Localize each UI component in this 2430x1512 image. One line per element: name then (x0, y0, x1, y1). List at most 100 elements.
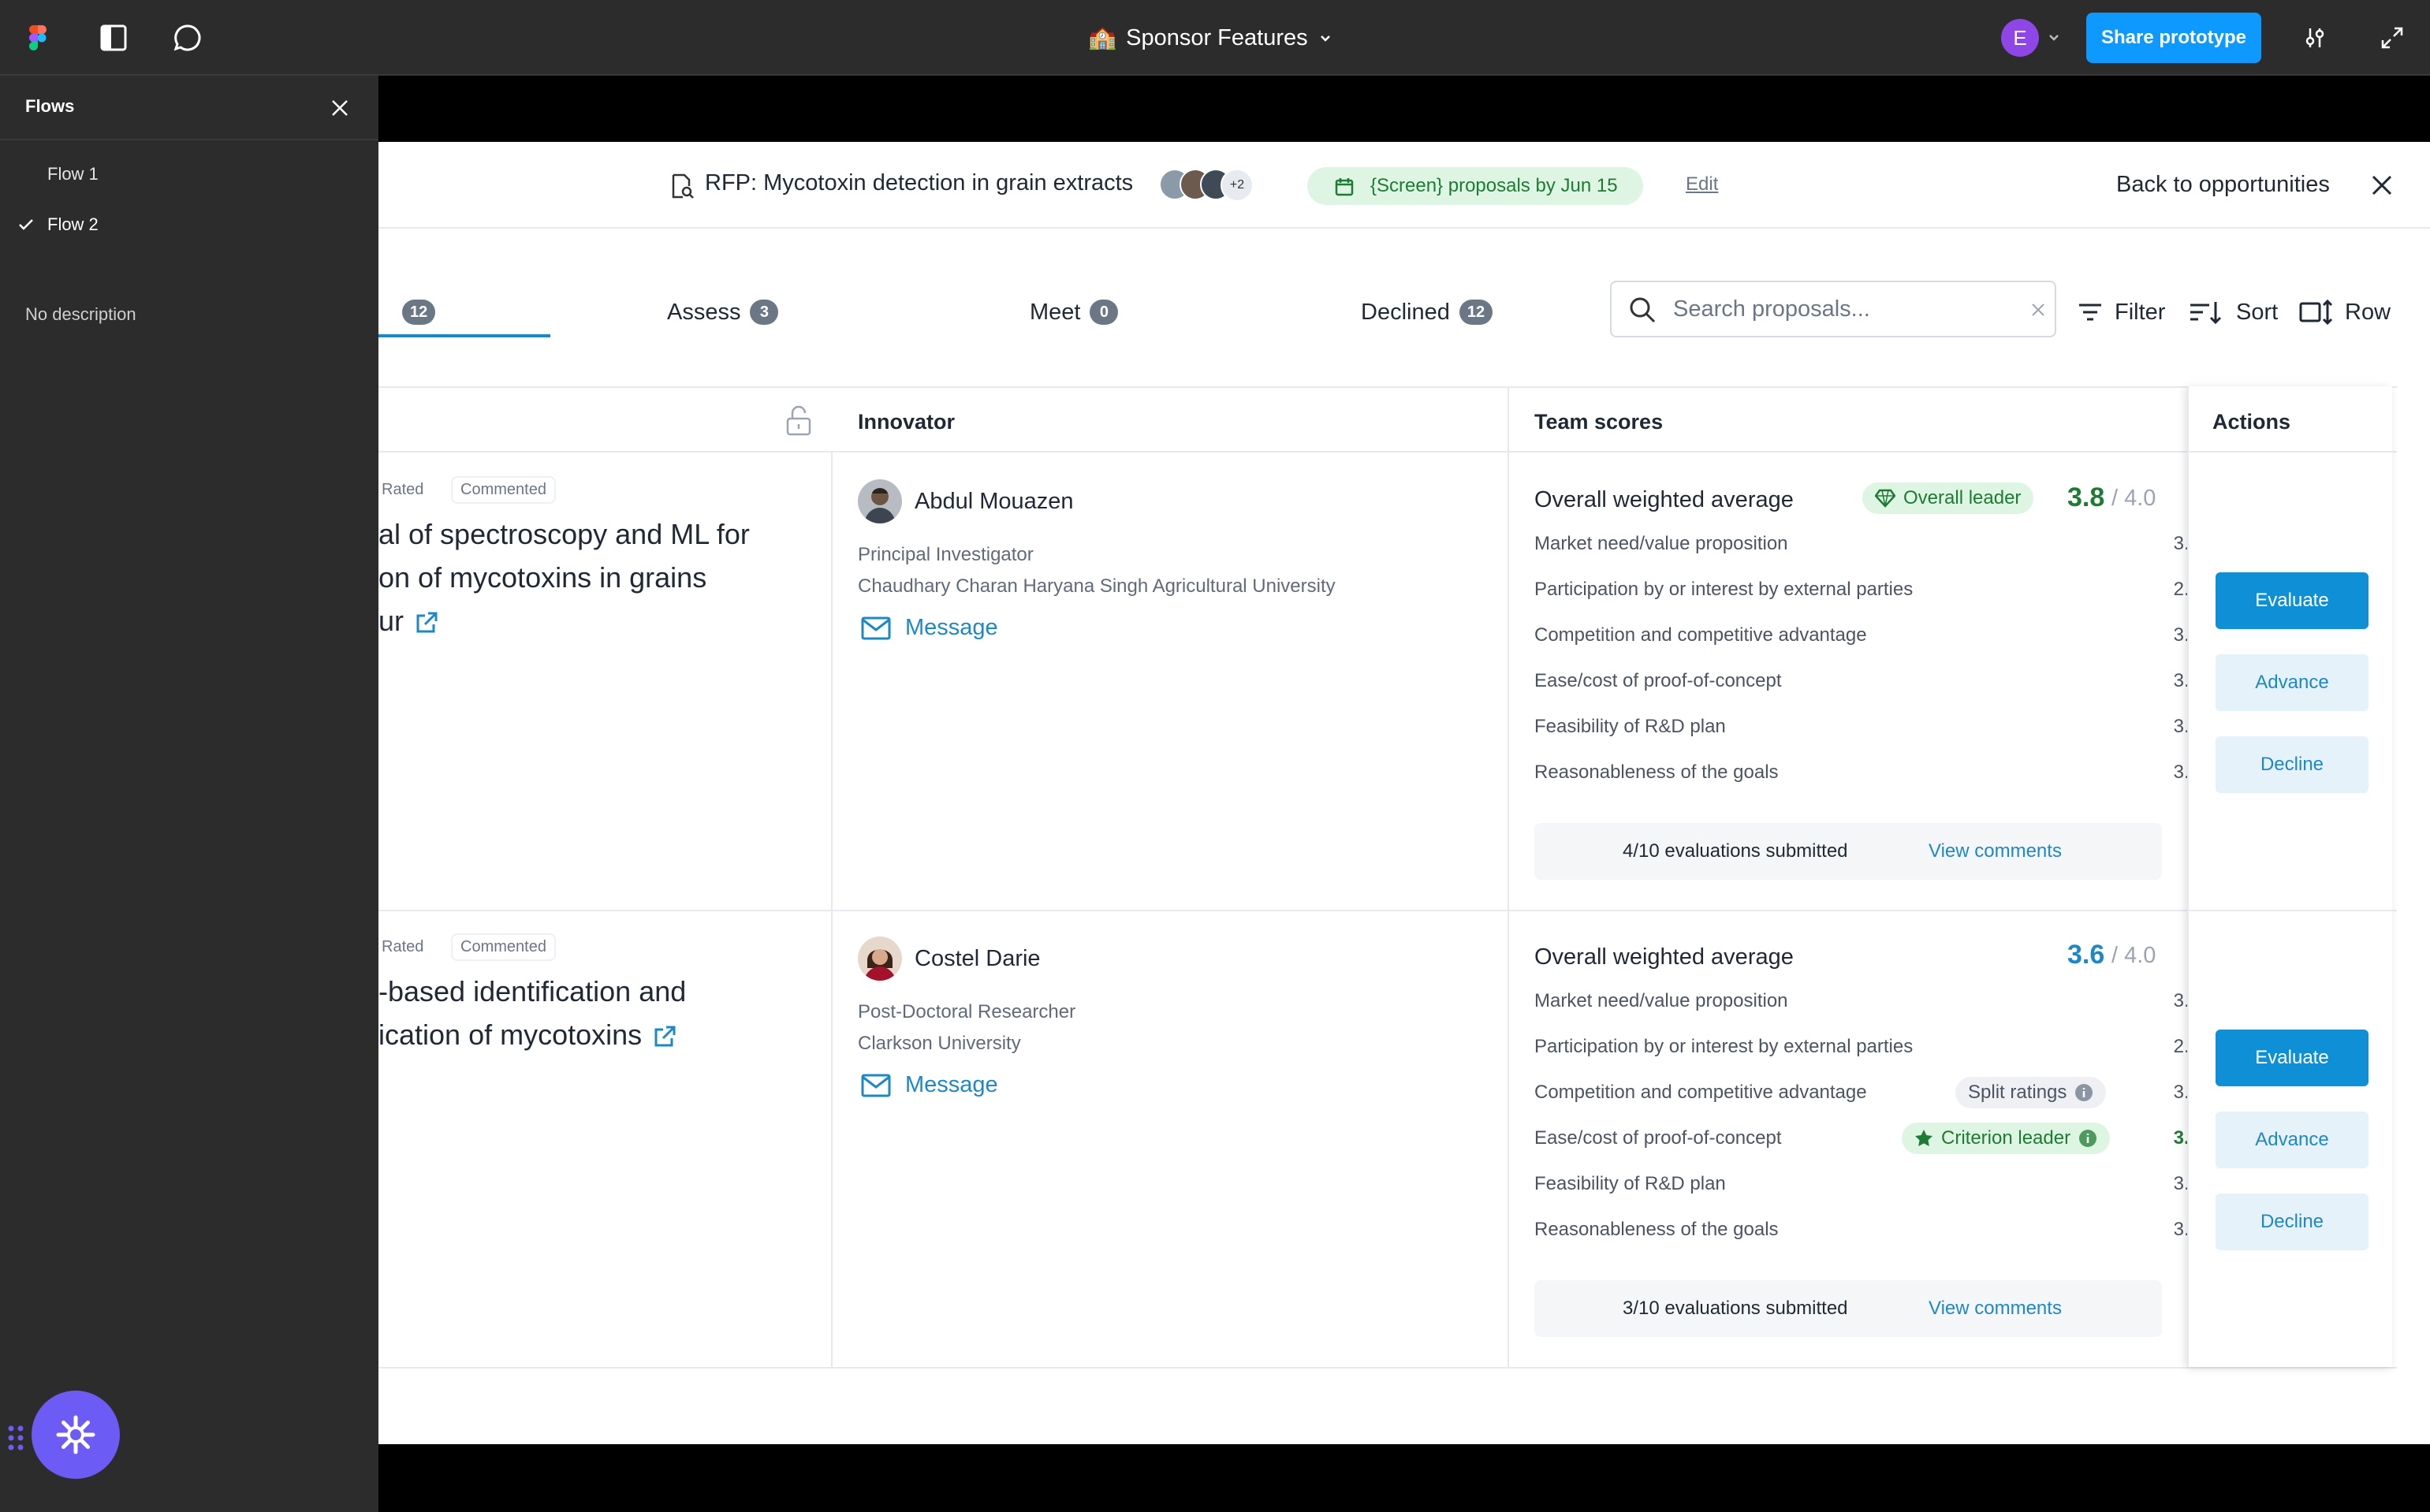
chevron-down-icon[interactable] (2045, 27, 2063, 49)
evaluations-count: 4/10 evaluations submitted (1623, 840, 1848, 862)
divider (1508, 386, 1509, 1367)
innovator-avatar[interactable] (858, 937, 902, 981)
column-header-actions: Actions (2212, 410, 2291, 434)
app-frame: RFP: Mycotoxin detection in grain extrac… (378, 142, 2430, 1444)
decline-button[interactable]: Decline (2216, 736, 2369, 793)
tab-count-badge: 0 (1090, 300, 1119, 325)
row-height-button[interactable]: Row (2299, 296, 2391, 328)
score-max: / 4.0 (2111, 486, 2156, 511)
advance-button[interactable]: Advance (2216, 1112, 2369, 1168)
overall-score: 3.8 (2067, 482, 2105, 512)
unlock-icon[interactable] (785, 405, 812, 437)
back-to-opportunities-link[interactable]: Back to opportunities (2116, 172, 2330, 198)
mail-icon (861, 616, 891, 639)
fullscreen-icon[interactable] (2373, 19, 2411, 57)
clear-icon[interactable] (2029, 301, 2047, 318)
tab-count-badge: 12 (1459, 300, 1493, 325)
plugin-button[interactable] (32, 1391, 120, 1479)
criterion-name: Market need/value proposition (1534, 533, 1788, 554)
evaluate-button[interactable]: Evaluate (2216, 1030, 2369, 1086)
divider (2189, 910, 2394, 911)
flows-panel: Flows Flow 1 Flow 2 No description (0, 76, 378, 1512)
proposal-title-line-last: ication of mycotoxins (378, 1013, 820, 1056)
flows-title: Flows (25, 96, 75, 116)
criterion-name: Reasonableness of the goals (1534, 762, 1779, 783)
tab-screen[interactable]: 12 (393, 296, 436, 328)
message-button[interactable]: Message (861, 1072, 998, 1098)
evaluate-button[interactable]: Evaluate (2216, 572, 2369, 629)
innovator-name[interactable]: Costel Darie (915, 946, 1041, 972)
document-title[interactable]: 🏫 Sponsor Features (1088, 19, 1333, 57)
score-max: / 4.0 (2111, 943, 2156, 968)
external-link-icon[interactable] (651, 1023, 678, 1050)
flows-header: Flows (0, 76, 378, 140)
tab-assess[interactable]: Assess 3 (667, 296, 779, 328)
status-tag-commented: Commented (451, 933, 556, 961)
sort-icon (2190, 302, 2222, 325)
column-header-innovator[interactable]: Innovator (858, 410, 955, 434)
document-search-icon (672, 173, 694, 199)
team-avatars[interactable]: +2 (1159, 169, 1254, 203)
decline-button[interactable]: Decline (2216, 1194, 2369, 1250)
innovator-role: Post-Doctoral Researcher (858, 1001, 1076, 1022)
external-link-icon[interactable] (413, 609, 440, 636)
message-button[interactable]: Message (861, 615, 998, 641)
view-comments-link[interactable]: View comments (1929, 840, 2062, 862)
filter-icon (2079, 304, 2101, 321)
advance-button[interactable]: Advance (2216, 654, 2369, 711)
user-avatar[interactable]: E (2001, 19, 2039, 57)
share-prototype-button[interactable]: Share prototype (2086, 13, 2261, 63)
divider (378, 386, 2397, 388)
tab-meet[interactable]: Meet 0 (1030, 296, 1119, 328)
document-emoji: 🏫 (1088, 25, 1117, 50)
row-height-icon (2299, 299, 2333, 326)
divider (378, 910, 2397, 911)
criterion-leader-badge[interactable]: Criterion leader (1902, 1123, 2111, 1154)
criterion-name: Ease/cost of proof-of-concept (1534, 1127, 1782, 1149)
criterion-name: Feasibility of R&D plan (1534, 1173, 1726, 1194)
mail-icon (861, 1074, 891, 1097)
sort-button[interactable]: Sort (2189, 296, 2278, 328)
criterion-name: Participation by or interest by external… (1534, 579, 1914, 600)
drag-handle-icon[interactable] (6, 1424, 25, 1452)
proposal-title-line: ication of mycotoxins (378, 1019, 643, 1051)
active-tab-indicator (378, 334, 550, 337)
status-tag-commented: Commented (451, 476, 556, 504)
proposal-title[interactable]: al of spectroscopy and ML for on of myco… (378, 512, 820, 642)
tab-count-badge: 12 (402, 300, 436, 325)
tab-label: Assess (667, 299, 741, 325)
innovator-name[interactable]: Abdul Mouazen (915, 489, 1074, 515)
overall-weighted-average-label: Overall weighted average (1534, 487, 1794, 512)
proposal-title-line: al of spectroscopy and ML for (378, 518, 750, 550)
close-icon[interactable] (326, 95, 353, 121)
criterion-name: Participation by or interest by external… (1534, 1036, 1914, 1057)
flow-item-1[interactable]: Flow 1 (47, 164, 99, 184)
proposal-title-line: ur (378, 605, 404, 637)
criterion-name: Market need/value proposition (1534, 990, 1788, 1011)
settings-sliders-icon[interactable] (2296, 19, 2334, 57)
flow-item-2[interactable]: Flow 2 (47, 214, 99, 235)
chevron-down-icon (1320, 35, 1330, 42)
deadline-badge: {Screen} proposals by Jun 15 (1307, 167, 1643, 205)
sidebar-toggle-icon[interactable] (95, 19, 132, 57)
tab-label: Meet (1030, 299, 1081, 325)
status-tag-rated: Rated (382, 938, 424, 955)
comment-icon[interactable] (169, 19, 207, 57)
figma-logo-icon[interactable] (19, 19, 57, 57)
actions-column: Actions Evaluate Advance Decline Evaluat… (2187, 386, 2394, 1367)
search-input[interactable] (1673, 282, 2020, 336)
view-comments-link[interactable]: View comments (1929, 1298, 2062, 1320)
split-ratings-badge[interactable]: Split ratings (1955, 1077, 2107, 1108)
tab-count-badge: 3 (750, 300, 779, 325)
divider (2189, 451, 2394, 452)
proposal-title[interactable]: -based identification and ication of myc… (378, 970, 820, 1056)
column-header-team-scores[interactable]: Team scores (1534, 410, 1663, 434)
close-icon[interactable] (2369, 172, 2395, 199)
sort-label: Sort (2236, 299, 2279, 325)
document-title-text: Sponsor Features (1126, 24, 1308, 50)
tab-declined[interactable]: Declined 12 (1361, 296, 1493, 328)
edit-link[interactable]: Edit (1686, 173, 1718, 196)
row-label: Row (2345, 299, 2391, 325)
innovator-avatar[interactable] (858, 479, 902, 523)
filter-button[interactable]: Filter (2077, 296, 2165, 328)
